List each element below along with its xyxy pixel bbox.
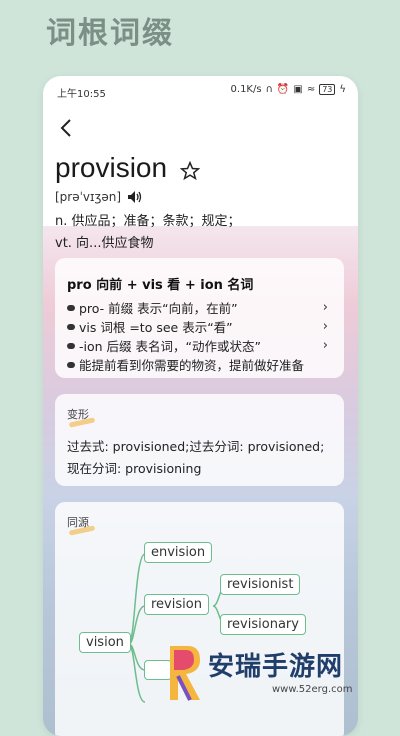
bullet-icon: [67, 342, 75, 349]
back-arrow-icon[interactable]: [57, 116, 77, 140]
status-bar: 上午10:55 0.1K/s ∩ ⏰ ▣ ≈ 73 ϟ: [43, 76, 358, 104]
speaker-icon[interactable]: [127, 190, 143, 204]
bullet-icon: [67, 304, 75, 311]
chevron-right-icon: ›: [322, 319, 328, 334]
status-icons: 0.1K/s ∩ ⏰ ▣ ≈ 73 ϟ: [231, 84, 346, 95]
inflection-title: 变形: [67, 408, 89, 421]
chevron-right-icon: ›: [322, 338, 328, 353]
word-title: provision: [55, 152, 168, 183]
mindmap-node-revisionist[interactable]: revisionist: [220, 574, 301, 595]
root-item-meaning: 能提前看到你需要的物资，提前做好准备: [67, 355, 332, 374]
phonetic-text: [prəˈvɪʒən]: [55, 190, 122, 204]
page-banner-title: 词根词缀: [46, 16, 174, 51]
watermark-url: www.52erg.com: [272, 684, 353, 695]
chevron-right-icon: ›: [322, 300, 328, 315]
watermark-text: 安瑞手游网: [208, 652, 344, 682]
inflection-card: 变形 过去式: provisioned;过去分词: provisioned; 现…: [55, 394, 344, 486]
root-item-suffix[interactable]: -ion 后缀 表名词，“动作或状态” ›: [67, 336, 332, 355]
inflection-line-1: 过去式: provisioned;过去分词: provisioned;: [67, 439, 325, 454]
inflection-line-2: 现在分词: provisioning: [67, 461, 202, 476]
wifi-icon: ≈: [306, 84, 316, 95]
alarm-icon: ⏰: [276, 84, 290, 95]
definition-verb: vt. 向...供应食物: [55, 236, 154, 251]
headset-icon: ∩: [265, 84, 273, 95]
bullet-icon: [67, 323, 75, 330]
root-item-prefix[interactable]: pro- 前缀 表示“向前，在前” ›: [67, 298, 332, 317]
status-time: 上午10:55: [57, 89, 106, 100]
mindmap-node-vision[interactable]: vision: [79, 632, 131, 653]
phonetic-row: [prəˈvɪʒən]: [55, 190, 143, 204]
favorite-star-icon[interactable]: [180, 161, 200, 181]
mindmap-node-revision[interactable]: revision: [144, 594, 209, 615]
root-item-text: -ion 后缀 表名词，“动作或状态”: [79, 339, 261, 354]
root-analysis-card: pro 向前 + vis 看 + ion 名词 pro- 前缀 表示“向前，在前…: [55, 258, 344, 378]
battery-icon: 73: [319, 84, 336, 95]
watermark-logo-icon: [170, 646, 200, 701]
definition-noun: n. 供应品；准备；条款；规定；: [55, 214, 241, 229]
network-speed: 0.1K/s: [230, 84, 262, 95]
phone-screen: 上午10:55 0.1K/s ∩ ⏰ ▣ ≈ 73 ϟ provision [p…: [43, 76, 358, 736]
mindmap-node-revisionary[interactable]: revisionary: [220, 614, 306, 635]
site-watermark: 安瑞手游网 www.52erg.com: [160, 638, 400, 711]
vibrate-icon: ▣: [293, 84, 303, 95]
mindmap-node-envision[interactable]: envision: [144, 542, 213, 563]
root-item-root[interactable]: vis 词根 =to see 表示“看” ›: [67, 317, 332, 336]
bullet-icon: [67, 361, 75, 368]
root-item-text: pro- 前缀 表示“向前，在前”: [79, 301, 238, 316]
charging-icon: ϟ: [339, 84, 346, 95]
root-item-text: 能提前看到你需要的物资，提前做好准备: [79, 358, 305, 373]
root-formula: pro 向前 + vis 看 + ion 名词: [67, 278, 254, 293]
root-item-text: vis 词根 =to see 表示“看”: [79, 320, 233, 335]
